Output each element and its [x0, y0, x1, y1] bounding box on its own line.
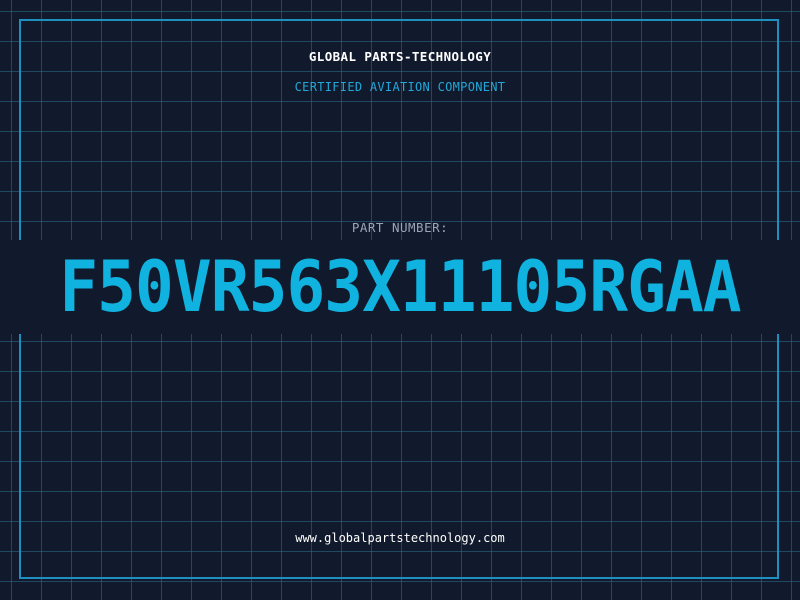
website-url: www.globalpartstechnology.com: [295, 531, 505, 545]
part-number-value: F50VR563X11105RGAA: [59, 246, 741, 328]
part-number-band: F50VR563X11105RGAA: [0, 240, 800, 334]
brand-title: GLOBAL PARTS-TECHNOLOGY: [308, 49, 492, 64]
part-number-label: PART NUMBER:: [351, 220, 449, 235]
certification-tagline: CERTIFIED AVIATION COMPONENT: [294, 80, 506, 94]
